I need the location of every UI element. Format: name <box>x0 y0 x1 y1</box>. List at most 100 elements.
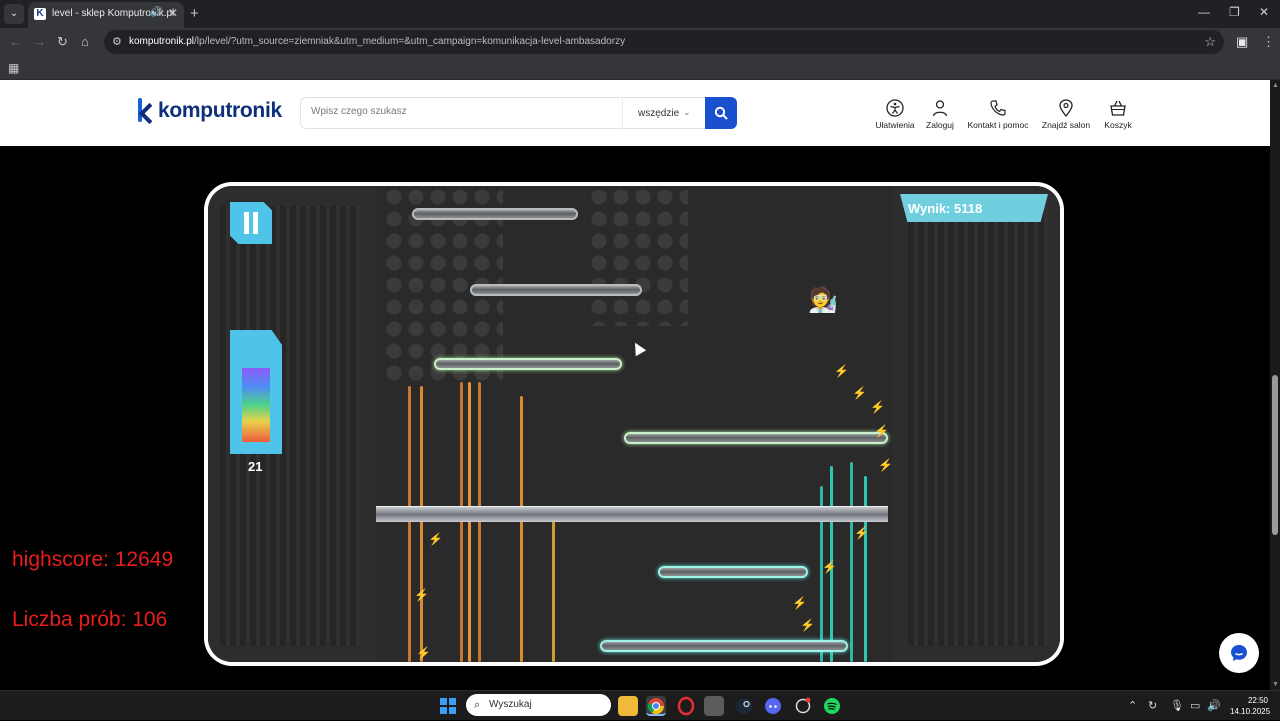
clock-time: 22:50 <box>1247 696 1268 705</box>
find-store-label: Znajdź salon <box>1041 120 1091 130</box>
chat-bubble-icon <box>1231 645 1247 661</box>
search-icon: ⌕ <box>474 699 481 711</box>
lightning-bolt-icon: ⚡ <box>834 364 849 378</box>
circuit-wire <box>478 382 481 662</box>
minimize-icon[interactable]: — <box>1198 5 1210 19</box>
url-text[interactable]: komputronik.pl/lp/level/?utm_source=ziem… <box>129 36 625 47</box>
close-window-icon[interactable]: ✕ <box>1259 5 1269 19</box>
apps-grid-icon[interactable]: ▦ <box>8 61 19 75</box>
minecraft-icon[interactable] <box>704 696 724 716</box>
lightning-bolt-icon: ⚡ <box>428 532 443 546</box>
logo-k-icon <box>136 98 154 124</box>
spotify-icon[interactable] <box>822 696 842 716</box>
score-panel: Wynik: 5118 <box>900 194 1048 222</box>
site-header: komputronik wszędzie ⌄ Ułatwienia Zalogu… <box>0 80 1270 146</box>
platform <box>658 566 808 578</box>
taskbar-search-label: Wyszukaj <box>489 699 532 710</box>
location-pin-icon <box>1059 99 1073 118</box>
accessibility-label: Ułatwienia <box>875 120 915 130</box>
game-frame: 21 Wynik: 5118 🧑‍🔬 ⚡ ⚡ ⚡ ⚡ ⚡ ⚡ ⚡ ⚡ ⚡ ⚡ ⚡… <box>204 182 1064 666</box>
scroll-down-icon[interactable]: ▼ <box>1272 681 1279 688</box>
home-icon[interactable]: ⌂ <box>81 34 89 49</box>
search-button[interactable] <box>705 97 737 129</box>
opera-icon[interactable] <box>676 696 696 716</box>
windows-start-icon[interactable] <box>440 698 456 714</box>
restore-icon[interactable]: ❐ <box>1229 5 1240 19</box>
circuit-wire <box>460 382 463 662</box>
browser-toolbar: ← → ↻ ⌂ ⚙ komputronik.pl/lp/level/?utm_s… <box>0 28 1280 56</box>
bookmark-star-icon[interactable]: ☆ <box>1204 34 1216 50</box>
power-count: 21 <box>248 459 263 474</box>
search-icon <box>714 106 728 120</box>
discord-icon[interactable] <box>763 696 783 716</box>
forward-icon[interactable]: → <box>33 34 46 49</box>
tray-overflow-icon[interactable]: ⌃ <box>1128 699 1137 712</box>
system-clock[interactable]: 22:50 14.10.2025 <box>1230 695 1270 717</box>
scroll-up-icon[interactable]: ▲ <box>1272 82 1279 89</box>
page-scrollbar[interactable]: ▲ ▼ <box>1270 80 1280 690</box>
komputronik-logo[interactable]: komputronik <box>136 98 282 124</box>
browser-menu-icon[interactable]: ⋮ <box>1262 34 1275 50</box>
chat-button[interactable] <box>1219 633 1259 673</box>
platform <box>434 358 622 370</box>
address-bar[interactable]: ⚙ komputronik.pl/lp/level/?utm_source=zi… <box>104 30 1224 54</box>
platform <box>470 284 642 296</box>
network-icon[interactable]: ▭ <box>1190 699 1200 712</box>
circuit-wire <box>850 462 853 662</box>
game-canvas[interactable]: 21 Wynik: 5118 🧑‍🔬 ⚡ ⚡ ⚡ ⚡ ⚡ ⚡ ⚡ ⚡ ⚡ ⚡ ⚡… <box>208 186 1060 662</box>
extensions-icon[interactable]: ▣ <box>1236 34 1248 50</box>
cart-button[interactable]: Koszyk <box>1102 98 1134 130</box>
site-info-icon[interactable]: ⚙ <box>112 35 122 48</box>
cart-label: Koszyk <box>1104 120 1132 130</box>
steam-icon[interactable] <box>734 696 754 716</box>
attempts-text: Liczba prób: 106 <box>12 608 168 631</box>
komputronik-favicon-icon: K <box>34 8 46 20</box>
contact-button[interactable]: Kontakt i pomoc <box>966 98 1030 130</box>
search-box <box>300 97 622 129</box>
accessibility-icon <box>886 99 904 117</box>
scrollbar-thumb[interactable] <box>1272 375 1278 535</box>
lightning-bolt-icon: ⚡ <box>800 618 815 632</box>
login-button[interactable]: Zaloguj <box>924 98 956 130</box>
platform <box>412 208 578 220</box>
ground-platform <box>376 506 888 522</box>
speaker-icon[interactable]: 🔊 <box>150 7 162 18</box>
volume-icon[interactable]: 🔊 <box>1207 699 1221 712</box>
new-tab-icon[interactable]: + <box>190 5 199 22</box>
score-label: Wynik: 5118 <box>908 201 983 216</box>
circuit-wire <box>552 516 555 662</box>
back-icon[interactable]: ← <box>9 34 22 49</box>
taskbar-search[interactable]: ⌕ Wyszukaj <box>466 694 611 716</box>
search-scope-select[interactable]: wszędzie ⌄ <box>622 97 706 129</box>
right-wall <box>892 186 1060 662</box>
microphone-icon[interactable]: 🎙 <box>1170 699 1184 712</box>
bookmarks-bar: ▦ <box>0 56 1280 80</box>
phone-icon <box>990 100 1006 116</box>
lightning-bolt-icon: ⚡ <box>874 424 889 438</box>
chrome-icon[interactable] <box>646 696 666 716</box>
circuit-wire <box>468 382 471 662</box>
login-label: Zaloguj <box>926 120 954 130</box>
accessibility-button[interactable]: Ułatwienia <box>874 98 916 130</box>
sync-icon[interactable]: ↻ <box>1148 699 1157 712</box>
chevron-down-icon: ⌄ <box>683 107 691 117</box>
pause-button[interactable] <box>230 202 272 244</box>
lightning-bolt-icon: ⚡ <box>852 386 867 400</box>
reload-icon[interactable]: ↻ <box>57 34 68 50</box>
browser-tab[interactable]: K level - sklep Komputronik.pl 🔊 ✕ <box>28 2 184 28</box>
close-tab-icon[interactable]: ✕ <box>168 6 178 20</box>
contact-label: Kontakt i pomoc <box>967 120 1029 130</box>
lightning-bolt-icon: ⚡ <box>870 400 885 414</box>
circuit-wire <box>408 386 411 662</box>
background-dots <box>588 186 688 326</box>
search-input[interactable] <box>311 106 611 117</box>
search-scope-value: wszędzie <box>638 108 680 119</box>
platform <box>600 640 848 652</box>
tab-list-button[interactable]: ⌄ <box>4 4 24 24</box>
power-meter <box>230 330 282 454</box>
find-store-button[interactable]: Znajdź salon <box>1040 98 1092 130</box>
file-explorer-icon[interactable] <box>618 696 638 716</box>
page-viewport: komputronik wszędzie ⌄ Ułatwienia Zalogu… <box>0 80 1270 690</box>
chatgpt-icon[interactable] <box>793 696 813 716</box>
lightning-bolt-icon: ⚡ <box>792 596 807 610</box>
